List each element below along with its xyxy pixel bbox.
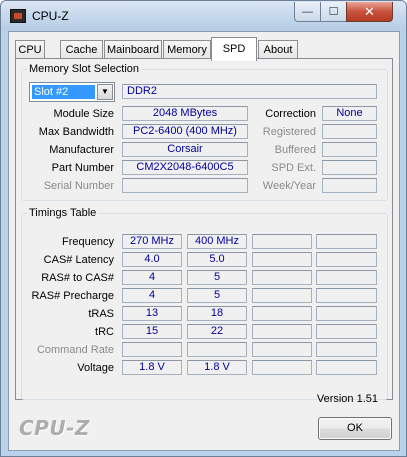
spd-ext-value bbox=[322, 160, 377, 175]
timing-cell bbox=[316, 360, 377, 375]
timing-cell bbox=[252, 270, 312, 285]
timing-cell bbox=[316, 252, 377, 267]
timing-cell bbox=[316, 234, 377, 249]
timing-cell: 5.0 bbox=[187, 252, 247, 267]
timing-cell bbox=[252, 324, 312, 339]
tab-mainboard[interactable]: Mainboard bbox=[104, 40, 162, 60]
buffered-value bbox=[322, 142, 377, 157]
minimize-icon: — bbox=[302, 5, 313, 18]
chevron-down-icon[interactable]: ▼ bbox=[97, 84, 113, 100]
timing-cell bbox=[252, 252, 312, 267]
timing-row-label: RAS# to CAS# bbox=[41, 272, 114, 284]
module-size-label: Module Size bbox=[53, 108, 114, 120]
ok-button[interactable]: OK bbox=[318, 417, 392, 440]
maximize-icon: ☐ bbox=[328, 6, 339, 18]
timing-cell bbox=[316, 324, 377, 339]
timing-row-label: RAS# Precharge bbox=[31, 290, 114, 302]
cpuz-app-icon bbox=[10, 9, 26, 23]
manufacturer-label: Manufacturer bbox=[49, 144, 114, 156]
timing-cell bbox=[252, 306, 312, 321]
timing-cell: 270 MHz bbox=[122, 234, 182, 249]
close-icon: ✕ bbox=[364, 3, 375, 19]
timing-cell bbox=[316, 288, 377, 303]
timing-cell bbox=[122, 342, 182, 357]
tab-cache[interactable]: Cache bbox=[60, 40, 103, 60]
correction-value: None bbox=[322, 106, 377, 121]
week-year-label: Week/Year bbox=[262, 180, 316, 192]
tab-cpu[interactable]: CPU bbox=[15, 40, 45, 60]
memory-slot-selection-legend: Memory Slot Selection bbox=[29, 63, 140, 75]
registered-label: Registered bbox=[262, 126, 316, 138]
timing-row-label: Command Rate bbox=[36, 344, 114, 356]
tab-about[interactable]: About bbox=[258, 40, 298, 60]
correction-label: Correction bbox=[265, 108, 316, 120]
max-bandwidth-label: Max Bandwidth bbox=[38, 126, 114, 138]
cpuz-logo: CPU-Z bbox=[19, 416, 90, 440]
slot-select[interactable]: Slot #2 ▼ bbox=[29, 82, 115, 102]
cpuz-window: CPU-Z — ☐ ✕ CPU Cache Mainboard Memory S… bbox=[0, 0, 407, 457]
timing-row-label: CAS# Latency bbox=[43, 254, 114, 266]
timing-cell: 5 bbox=[187, 288, 247, 303]
registered-value bbox=[322, 124, 377, 139]
timing-cell: 22 bbox=[187, 324, 247, 339]
timing-cell: 5 bbox=[187, 270, 247, 285]
timing-cell bbox=[252, 342, 312, 357]
timing-row-label: tRC bbox=[95, 326, 114, 338]
timing-cell bbox=[252, 360, 312, 375]
buffered-label: Buffered bbox=[274, 144, 316, 156]
tab-strip: CPU Cache Mainboard Memory SPD About bbox=[15, 37, 395, 61]
version-text: Version 1.51 bbox=[316, 393, 378, 405]
timing-cell bbox=[316, 270, 377, 285]
timing-cell bbox=[252, 288, 312, 303]
title-bar[interactable]: CPU-Z — ☐ ✕ bbox=[1, 1, 406, 31]
timing-row-label: Frequency bbox=[62, 236, 114, 248]
spd-tab-panel: Memory Slot Selection Slot #2 ▼ DDR2 Mod… bbox=[15, 58, 393, 400]
timing-cell: 18 bbox=[187, 306, 247, 321]
timing-cell: 13 bbox=[122, 306, 182, 321]
serial-number-value bbox=[122, 178, 248, 193]
tab-memory[interactable]: Memory bbox=[163, 40, 211, 60]
minimize-button[interactable]: — bbox=[294, 2, 321, 22]
timing-cell: 400 MHz bbox=[187, 234, 247, 249]
manufacturer-value: Corsair bbox=[122, 142, 248, 157]
maximize-button[interactable]: ☐ bbox=[320, 2, 347, 22]
close-button[interactable]: ✕ bbox=[346, 2, 393, 22]
module-size-value: 2048 MBytes bbox=[122, 106, 248, 121]
week-year-value bbox=[322, 178, 377, 193]
timings-table-legend: Timings Table bbox=[29, 207, 97, 219]
tab-spd[interactable]: SPD bbox=[211, 37, 257, 61]
client-area: CPU Cache Mainboard Memory SPD About Mem… bbox=[8, 31, 400, 451]
spd-ext-label: SPD Ext. bbox=[271, 162, 316, 174]
timing-cell: 4 bbox=[122, 270, 182, 285]
timing-row-label: Voltage bbox=[77, 362, 114, 374]
memory-type-value: DDR2 bbox=[122, 84, 377, 99]
part-number-value: CM2X2048-6400C5 bbox=[122, 160, 248, 175]
timing-row-label: tRAS bbox=[88, 308, 114, 320]
window-title: CPU-Z bbox=[32, 9, 69, 23]
timing-cell: 1.8 V bbox=[122, 360, 182, 375]
timing-cell bbox=[187, 342, 247, 357]
slot-select-value: Slot #2 bbox=[32, 85, 95, 99]
timing-cell bbox=[316, 306, 377, 321]
timing-cell bbox=[252, 234, 312, 249]
timing-cell: 1.8 V bbox=[187, 360, 247, 375]
serial-number-label: Serial Number bbox=[43, 180, 114, 192]
timing-cell: 4 bbox=[122, 288, 182, 303]
timing-cell bbox=[316, 342, 377, 357]
part-number-label: Part Number bbox=[51, 162, 114, 174]
max-bandwidth-value: PC2-6400 (400 MHz) bbox=[122, 124, 248, 139]
timing-cell: 15 bbox=[122, 324, 182, 339]
timing-cell: 4.0 bbox=[122, 252, 182, 267]
